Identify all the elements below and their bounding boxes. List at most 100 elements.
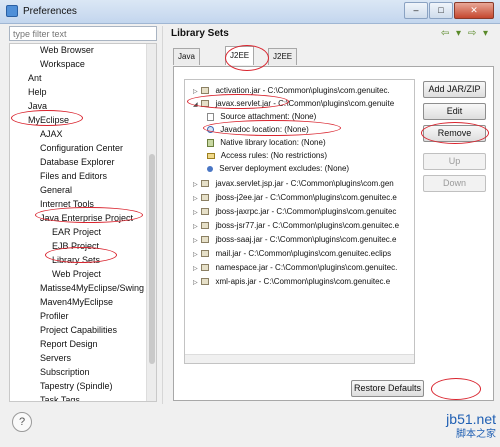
- edit-button[interactable]: Edit: [423, 103, 486, 120]
- down-button[interactable]: Down: [423, 175, 486, 192]
- tree-item-files-and-editors[interactable]: Files and Editors: [40, 170, 107, 183]
- jar-icon: [201, 100, 210, 108]
- app-icon: [6, 5, 18, 17]
- watermark: jb51.net 脚本之家: [446, 411, 496, 443]
- jar-icon: [201, 264, 210, 272]
- tree-item-project-capabilities[interactable]: Project Capabilities: [40, 324, 117, 337]
- tree-item-maven[interactable]: Maven4MyEclipse: [40, 296, 113, 309]
- tree-item-web-project[interactable]: Web Project: [52, 268, 101, 281]
- tab-java-ee-5[interactable]: Java EE 5.0: [173, 48, 200, 93]
- jar-icon: [201, 250, 210, 258]
- jar-list-hscrollbar[interactable]: [185, 354, 414, 363]
- jar-item-label: javax.servlet.jsp.jar - C:\Common\plugin…: [215, 179, 394, 188]
- jar-icon: [201, 194, 210, 202]
- jar-item-label: xml-apis.jar - C:\Common\plugins\com.gen…: [215, 277, 391, 286]
- jar-item[interactable]: ▷ jboss-jsr77.jar - C:\Common\plugins\co…: [193, 219, 399, 232]
- tree-scrollbar-thumb[interactable]: [149, 154, 155, 364]
- jar-item[interactable]: ▷ xml-apis.jar - C:\Common\plugins\com.g…: [193, 275, 390, 288]
- jar-attribute-label: Javadoc location: (None): [220, 125, 309, 134]
- jar-item[interactable]: ▷ jboss-saaj.jar - C:\Common\plugins\com…: [193, 233, 396, 246]
- tree-scrollbar[interactable]: [146, 44, 156, 401]
- jar-item-label: javax.servlet.jar - C:\Common\plugins\co…: [215, 99, 395, 108]
- javadoc-icon: [207, 126, 214, 134]
- jar-attribute-label: Server deployment excludes: (None): [219, 164, 350, 173]
- tree-item-workspace[interactable]: Workspace: [40, 58, 85, 71]
- up-button[interactable]: Up: [423, 153, 486, 170]
- jar-item[interactable]: ▷ javax.servlet.jsp.jar - C:\Common\plug…: [193, 177, 394, 190]
- window-title: Preferences: [23, 6, 77, 17]
- jar-item[interactable]: ▷ namespace.jar - C:\Common\plugins\com.…: [193, 261, 397, 274]
- jar-item-label: jboss-jsr77.jar - C:\Common\plugins\com.…: [215, 221, 400, 230]
- jar-icon: [201, 208, 210, 216]
- watermark-line1: jb51.net: [446, 411, 496, 427]
- tree-item-servers[interactable]: Servers: [40, 352, 71, 365]
- jar-item-label: activation.jar - C:\Common\plugins\com.g…: [215, 86, 390, 95]
- jar-attribute-item[interactable]: Access rules: (No restrictions): [207, 149, 327, 162]
- preferences-tree[interactable]: Web Browser Workspace Ant Help Java MyEc…: [9, 43, 157, 402]
- window-controls: – □ ✕: [404, 2, 494, 19]
- tree-item-database-explorer[interactable]: Database Explorer: [40, 156, 115, 169]
- history-nav-icon[interactable]: ⇦ ▾ ⇨ ▾: [441, 28, 490, 39]
- tree-item-tapestry[interactable]: Tapestry (Spindle): [40, 380, 113, 393]
- title-bar: Preferences – □ ✕: [0, 0, 500, 24]
- jar-item[interactable]: ▷ mail.jar - C:\Common\plugins\com.genui…: [193, 247, 391, 260]
- page-title: Library Sets: [171, 28, 229, 39]
- jar-item[interactable]: ▷ activation.jar - C:\Common\plugins\com…: [193, 84, 390, 97]
- jar-attribute-item[interactable]: Source attachment: (None): [207, 110, 316, 123]
- jar-item-label: namespace.jar - C:\Common\plugins\com.ge…: [215, 263, 398, 272]
- tree-item-report-design[interactable]: Report Design: [40, 338, 98, 351]
- add-jar-button[interactable]: Add JAR/ZIP: [423, 81, 486, 98]
- minimize-button[interactable]: –: [404, 2, 428, 19]
- splitter[interactable]: [162, 26, 163, 404]
- filter-input[interactable]: [9, 26, 157, 41]
- jar-attribute-item[interactable]: Server deployment excludes: (None): [207, 162, 349, 175]
- jar-icon: [201, 87, 210, 95]
- tree-item-subscription[interactable]: Subscription: [40, 366, 90, 379]
- watermark-line2: 脚本之家: [456, 429, 496, 440]
- tree-item-ear-project[interactable]: EAR Project: [52, 226, 101, 239]
- tab-j2ee-1-4[interactable]: J2EE 1.4: [225, 46, 255, 78]
- tree-item-library-sets[interactable]: Library Sets: [52, 254, 100, 267]
- tree-item-configuration-center[interactable]: Configuration Center: [40, 142, 123, 155]
- tree-item-profiler[interactable]: Profiler: [40, 310, 69, 323]
- close-button[interactable]: ✕: [454, 2, 494, 19]
- tree-item-ajax[interactable]: AJAX: [40, 128, 63, 141]
- jar-item[interactable]: ◢ javax.servlet.jar - C:\Common\plugins\…: [193, 97, 394, 110]
- jar-attribute-item[interactable]: Native library location: (None): [207, 136, 326, 149]
- tree-item-task-tags[interactable]: Task Tags: [40, 394, 80, 401]
- native-library-icon: [207, 138, 214, 147]
- tree-item-general[interactable]: General: [40, 184, 72, 197]
- jar-icon: [201, 236, 210, 244]
- tab-j2ee-1-3[interactable]: J2EE 1.3: [268, 48, 298, 77]
- jar-attribute-item[interactable]: Javadoc location: (None): [207, 123, 309, 136]
- tree-item-ant[interactable]: Ant: [28, 72, 42, 85]
- jar-item-label: mail.jar - C:\Common\plugins\com.genuite…: [215, 249, 392, 258]
- jar-item[interactable]: ▷ jboss-jaxrpc.jar - C:\Common\plugins\c…: [193, 205, 396, 218]
- jar-item-label: jboss-jaxrpc.jar - C:\Common\plugins\com…: [215, 207, 397, 216]
- tree-item-myeclipse[interactable]: MyEclipse: [28, 114, 69, 127]
- help-icon[interactable]: ?: [12, 412, 32, 432]
- tree-item-web-browser[interactable]: Web Browser: [40, 44, 94, 57]
- tree-item-java[interactable]: Java: [28, 100, 47, 113]
- jar-item-label: jboss-saaj.jar - C:\Common\plugins\com.g…: [215, 235, 397, 244]
- remove-button[interactable]: Remove: [423, 125, 486, 142]
- tree-item-matisse[interactable]: Matisse4MyEclipse/Swing: [40, 282, 144, 295]
- restore-defaults-button[interactable]: Restore Defaults: [351, 380, 424, 397]
- jar-attribute-label: Source attachment: (None): [220, 112, 317, 121]
- jar-item[interactable]: ▷ jboss-j2ee.jar - C:\Common\plugins\com…: [193, 191, 397, 204]
- jar-icon: [201, 180, 210, 188]
- source-attachment-icon: [207, 112, 214, 121]
- maximize-button[interactable]: □: [429, 2, 453, 19]
- tree-item-ejb-project[interactable]: EJB Project: [52, 240, 99, 253]
- jar-icon: [201, 278, 210, 286]
- jar-icon: [201, 222, 210, 230]
- collapse-icon[interactable]: ◢: [193, 99, 199, 112]
- jar-attribute-label: Access rules: (No restrictions): [220, 151, 328, 160]
- jar-attribute-label: Native library location: (None): [220, 138, 326, 147]
- server-deployment-icon: [207, 165, 213, 172]
- jar-list[interactable]: ▷ activation.jar - C:\Common\plugins\com…: [184, 79, 415, 364]
- expand-icon[interactable]: ▷: [193, 277, 199, 290]
- tree-item-java-enterprise-project[interactable]: Java Enterprise Project: [40, 212, 133, 225]
- tree-item-help[interactable]: Help: [28, 86, 47, 99]
- tree-item-internet-tools[interactable]: Internet Tools: [40, 198, 94, 211]
